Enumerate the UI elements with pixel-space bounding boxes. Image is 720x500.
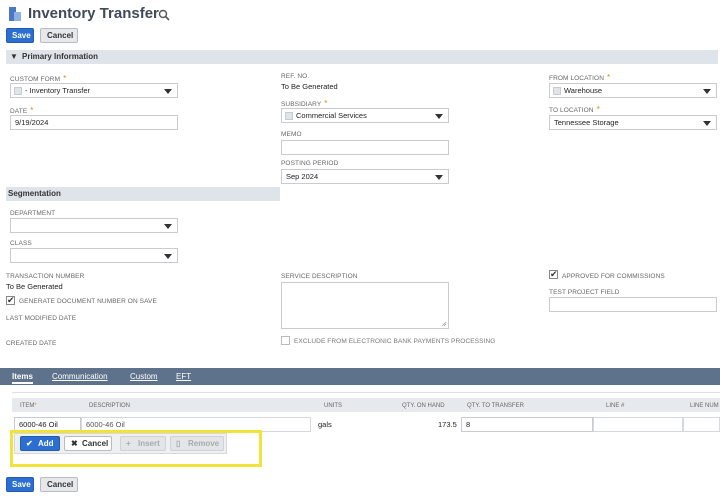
date-field[interactable]: 9/19/2024 <box>10 115 178 130</box>
exclude-ebp-label: EXCLUDE FROM ELECTRONIC BANK PAYMENTS PR… <box>294 338 496 345</box>
to-location-select[interactable]: Tennessee Storage <box>549 115 717 130</box>
cancel-button[interactable]: Cancel <box>40 28 78 43</box>
insert-row-button[interactable]: + Insert <box>120 436 166 451</box>
units-cell: gals <box>318 420 332 429</box>
qty-on-hand-cell: 173.5 <box>438 420 457 429</box>
approved-for-commissions-label: APPROVED FOR COMMISSIONS <box>562 273 665 280</box>
segmentation-header[interactable]: Segmentation <box>6 187 280 201</box>
inventory-transfer-icon <box>9 7 21 21</box>
remove-row-button[interactable]: ▯ Remove <box>170 436 224 451</box>
department-select[interactable] <box>10 218 178 233</box>
checkmark-icon: ✔ <box>26 439 33 448</box>
column-header-item: ITEM* <box>20 403 37 409</box>
subsidiary-label: SUBSIDIARY * <box>281 99 328 108</box>
tab-eft[interactable]: EFT <box>176 372 191 381</box>
column-header-description: DESCRIPTION <box>89 403 131 409</box>
chevron-down-icon <box>435 175 443 180</box>
save-button-bottom[interactable]: Save <box>6 477 34 492</box>
tab-items[interactable]: Items <box>12 372 33 384</box>
line-num-cell[interactable] <box>683 417 720 432</box>
primary-information-header[interactable]: ▼ Primary Information <box>6 50 718 64</box>
search-icon[interactable] <box>158 9 170 21</box>
to-location-label: TO LOCATION * <box>549 105 600 114</box>
chevron-down-icon <box>703 89 711 94</box>
test-project-field-label: TEST PROJECT FIELD <box>549 289 620 296</box>
ref-no-label: REF. NO. <box>281 73 310 80</box>
from-location-label: FROM LOCATION * <box>549 73 611 82</box>
last-modified-date-label: LAST MODIFIED DATE <box>6 315 77 322</box>
line-number-cell[interactable] <box>593 417 683 432</box>
class-select[interactable] <box>10 248 178 263</box>
approved-for-commissions-checkbox[interactable] <box>549 269 558 280</box>
resize-handle-icon[interactable] <box>441 321 447 327</box>
transaction-number-label: TRANSACTION NUMBER <box>6 273 85 280</box>
from-location-select[interactable]: Warehouse <box>549 83 717 98</box>
exclude-ebp-checkbox[interactable] <box>281 336 290 345</box>
posting-period-select[interactable]: Sep 2024 <box>281 169 449 184</box>
memo-label: MEMO <box>281 131 302 138</box>
subsidiary-select[interactable]: Commercial Services <box>281 108 449 123</box>
memo-field[interactable] <box>281 140 449 155</box>
save-button[interactable]: Save <box>6 28 34 43</box>
ref-no-value: To Be Generated <box>281 82 338 91</box>
service-description-label: SERVICE DESCRIPTION <box>281 273 358 280</box>
add-row-button[interactable]: ✔ Add <box>20 436 60 451</box>
tab-communication[interactable]: Communication <box>52 372 108 381</box>
section-title: Primary Information <box>22 52 99 61</box>
posting-period-label: POSTING PERIOD <box>281 160 339 167</box>
generate-document-number-checkbox[interactable] <box>6 295 15 306</box>
generate-document-number-label: GENERATE DOCUMENT NUMBER ON SAVE <box>19 298 157 305</box>
record-icon <box>553 87 561 95</box>
transaction-number-value: To Be Generated <box>6 282 63 291</box>
column-header-units: UNITS <box>324 403 342 409</box>
column-header-qty-to-transfer: QTY. TO TRANSFER <box>467 403 524 409</box>
record-icon <box>285 112 293 120</box>
test-project-field-input[interactable] <box>549 297 717 312</box>
collapse-chevron-icon[interactable]: ▼ <box>10 50 18 64</box>
close-icon: ✖ <box>71 439 78 448</box>
trash-icon: ▯ <box>176 439 181 448</box>
class-label: CLASS <box>10 240 32 247</box>
chevron-down-icon <box>435 114 443 119</box>
subtab-bar: Items Communication Custom EFT <box>0 368 720 385</box>
custom-form-label: CUSTOM FORM * <box>10 74 67 83</box>
cancel-button-bottom[interactable]: Cancel <box>40 477 78 492</box>
chevron-down-icon <box>164 89 172 94</box>
date-label: DATE * <box>10 106 34 115</box>
plus-icon: + <box>126 439 131 448</box>
department-label: DEPARTMENT <box>10 210 56 217</box>
cancel-row-button[interactable]: ✖ Cancel <box>64 436 112 451</box>
chevron-down-icon <box>703 121 711 126</box>
custom-form-select[interactable]: - Inventory Transfer <box>10 83 178 98</box>
column-header-qty-on-hand: QTY. ON HAND <box>402 403 445 409</box>
page-title: Inventory Transfer <box>28 5 159 22</box>
qty-to-transfer-input[interactable]: 8 <box>461 417 593 432</box>
tab-custom[interactable]: Custom <box>130 372 158 381</box>
created-date-label: CREATED DATE <box>6 340 57 347</box>
chevron-down-icon <box>164 254 172 259</box>
column-header-line-number: LINE # <box>606 403 625 409</box>
chevron-down-icon <box>164 224 172 229</box>
record-icon <box>14 87 22 95</box>
service-description-textarea[interactable] <box>281 282 449 329</box>
column-header-line-num: LINE NUM <box>690 403 719 409</box>
